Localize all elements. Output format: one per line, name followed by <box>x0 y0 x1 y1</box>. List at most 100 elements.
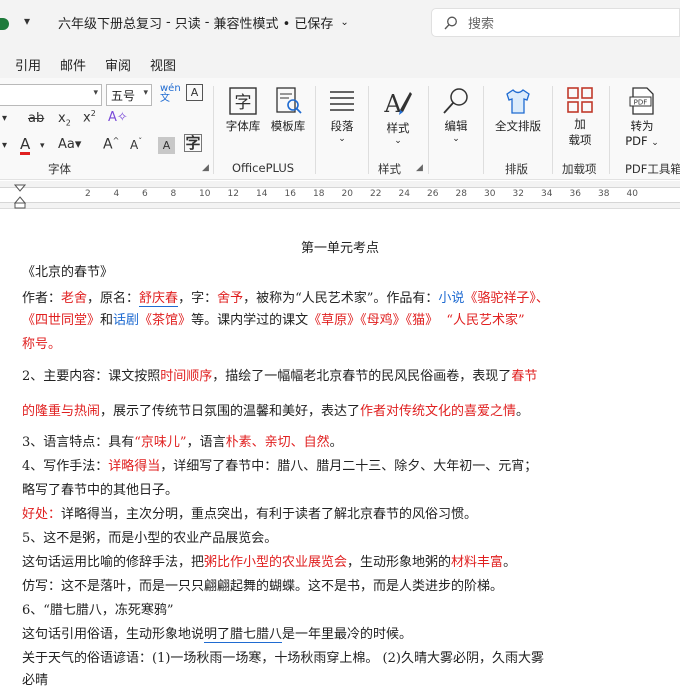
ruler-number: 38 <box>598 189 610 199</box>
add-ins-button[interactable]: 加 载项 <box>558 86 602 148</box>
doc-line-11: 5、这不是粥，而是小型的农业产品展览会。 <box>22 531 278 546</box>
group-divider <box>368 86 369 174</box>
ruler-number: 10 <box>199 189 211 199</box>
search-box[interactable]: 搜索 <box>431 8 680 37</box>
ruler-number: 6 <box>142 189 148 199</box>
document-title[interactable]: 六年级下册总复习 - 只读 - 兼容性模式 • 已保存 ⌄ <box>58 13 349 32</box>
chevron-down-icon: ▾ <box>93 88 98 98</box>
shirt-icon <box>506 89 530 114</box>
doc-line-3: 《四世同堂》和话剧《茶馆》等。课内学过的课文《草原》《母鸡》《猫》 “人民艺术家… <box>22 313 525 328</box>
chevron-down-icon: ⌄ <box>651 138 659 148</box>
doc-line-14: 6、“腊七腊八，冻死寒鸦” <box>22 603 174 618</box>
enclose-character-icon[interactable]: 字 <box>184 134 202 152</box>
ruler-number: 18 <box>313 189 325 199</box>
text-effects-icon[interactable]: A✧ <box>108 110 128 125</box>
superscript-icon[interactable]: x2 <box>83 109 96 125</box>
save-status: 兼容性模式 • 已保存 <box>213 17 334 32</box>
font-color-icon[interactable]: A <box>20 136 31 155</box>
ruler-number: 14 <box>256 189 268 199</box>
full-text-layout-button[interactable]: 全文排版 <box>488 86 548 134</box>
chevron-down-icon: ⌄ <box>394 136 402 146</box>
magnifier-icon <box>443 88 468 114</box>
chevron-down-icon: ⌄ <box>340 17 349 28</box>
pdf-document-icon: PDF <box>629 87 654 115</box>
horizontal-ruler[interactable]: 2 4 6 8 10 12 14 16 18 20 22 24 26 28 30 32 34 36 38 40 <box>0 181 680 209</box>
group-label-font: 字体 <box>48 162 71 176</box>
styles-label: 样式 <box>386 121 410 135</box>
add-ins-grid-icon <box>567 87 593 113</box>
autosave-indicator[interactable] <box>0 18 9 30</box>
group-label-style: 样式 <box>378 162 401 176</box>
chevron-down-icon: ⌄ <box>338 134 346 144</box>
ruler-number: 36 <box>569 189 581 199</box>
character-border-icon[interactable]: A <box>186 84 203 101</box>
editing-label: 编辑 <box>444 119 468 133</box>
ruler-number: 34 <box>541 189 553 199</box>
group-label-officeplus: OfficePLUS <box>232 161 295 175</box>
doc-line-9: 略写了春节中的其他日子。 <box>22 483 179 498</box>
styles-button[interactable]: A 样式 ⌄ <box>376 86 420 146</box>
indent-marker-icon[interactable] <box>14 183 26 209</box>
title-separator: - <box>204 15 210 30</box>
paragraph-button[interactable]: 段落 ⌄ <box>322 86 362 144</box>
doc-line-8: 4、写作手法：详略得当，详细写了春节中：腊八、腊月二十三、除夕、大年初一、元宵； <box>22 459 538 474</box>
font-library-button[interactable]: 字 字体库 <box>221 86 265 134</box>
font-name-combo[interactable]: ▾ <box>0 84 102 106</box>
doc-line-15: 这句话引用俗语，生动形象地说明了腊七腊八是一年里最冷的时候。 <box>22 627 413 643</box>
tab-references[interactable]: 引用 <box>15 55 41 74</box>
shrink-font-icon[interactable]: Aˇ <box>130 137 142 152</box>
font-library-icon: 字 <box>229 87 257 115</box>
add-ins-label-2: 载项 <box>568 133 592 147</box>
font-library-label: 字体库 <box>225 119 261 133</box>
template-library-button[interactable]: 模板库 <box>266 86 310 134</box>
tab-view[interactable]: 视图 <box>150 55 176 74</box>
doc-line-2: 作者：老舍，原名：舒庆春，字：舍予，被称为“人民艺术家”。作品有：小说《骆驼祥子… <box>22 291 549 307</box>
doc-line-13: 仿写：这不是落叶，而是一只只翩翩起舞的蝴蝶。这不是书，而是人类进步的阶梯。 <box>22 579 504 594</box>
subscript-icon[interactable]: x2 <box>58 111 71 128</box>
paragraph-label: 段落 <box>330 119 354 133</box>
chevron-down-icon[interactable]: ▾ <box>40 141 45 151</box>
ruler-number: 22 <box>370 189 382 199</box>
ribbon-tabs: 引用 邮件 审阅 视图 <box>0 46 680 78</box>
doc-line-10: 好处：详略得当，主次分明，重点突出，有利于读者了解北京春节的风俗习惯。 <box>22 507 478 522</box>
group-label-layout: 排版 <box>505 162 528 176</box>
dialog-launcher-icon[interactable]: ◢ <box>416 163 423 173</box>
group-divider <box>315 86 316 174</box>
font-size-value: 五号 <box>111 88 136 103</box>
tab-review[interactable]: 审阅 <box>105 55 131 74</box>
convert-to-pdf-label-2: PDF ⌄ <box>625 134 659 148</box>
chevron-down-icon[interactable]: ▾ <box>2 113 7 124</box>
group-divider <box>552 86 553 174</box>
change-case-icon[interactable]: Aa▾ <box>58 137 81 152</box>
phonetic-guide-icon[interactable]: wén 文 <box>160 84 181 104</box>
convert-to-pdf-button[interactable]: PDF 转为 PDF ⌄ <box>616 86 668 148</box>
chevron-down-icon[interactable]: ▾ <box>2 140 7 151</box>
tab-mailings[interactable]: 邮件 <box>60 55 86 74</box>
ruler-number: 26 <box>427 189 439 199</box>
ruler-number: 24 <box>398 189 410 199</box>
grow-font-icon[interactable]: A^ <box>103 136 119 153</box>
ruler-number: 40 <box>626 189 638 199</box>
group-divider <box>213 86 214 174</box>
paragraph-icon <box>330 91 354 111</box>
dialog-launcher-icon[interactable]: ◢ <box>202 163 209 173</box>
svg-text:字: 字 <box>235 93 252 113</box>
read-only-label: 只读 <box>174 17 201 32</box>
ruler-number: 28 <box>455 189 467 199</box>
ruler-number: 4 <box>113 189 120 199</box>
ruler-number: 20 <box>341 189 353 199</box>
character-shading-icon[interactable]: A <box>158 137 175 154</box>
title-bar: ▾ 六年级下册总复习 - 只读 - 兼容性模式 • 已保存 ⌄ 搜索 <box>0 0 680 46</box>
ruler-number: 16 <box>284 189 296 199</box>
editing-button[interactable]: 编辑 ⌄ <box>434 86 478 144</box>
search-icon <box>444 16 457 29</box>
ribbon: ▾ 五号 ▾ wén 文 A ▾ ab x2 x2 A✧ ▾ A ▾ Aa▾ A^… <box>0 78 680 180</box>
strikethrough-icon[interactable]: ab <box>28 111 44 126</box>
chevron-down-icon: ▾ <box>143 88 148 98</box>
document-page[interactable]: 第一单元考点 《北京的春节》 作者：老舍，原名：舒庆春，字：舍予，被称为“人民艺… <box>0 209 680 689</box>
font-size-combo[interactable]: 五号 ▾ <box>106 84 152 106</box>
quick-access-dropdown-icon[interactable]: ▾ <box>24 14 30 28</box>
doc-line-16: 关于天气的俗语谚语：(1)一场秋雨一场寒，十场秋雨穿上棉。 (2)久晴大雾必阴，… <box>22 651 544 666</box>
ruler-number: 8 <box>170 189 177 199</box>
ruler-number: 32 <box>512 189 524 199</box>
